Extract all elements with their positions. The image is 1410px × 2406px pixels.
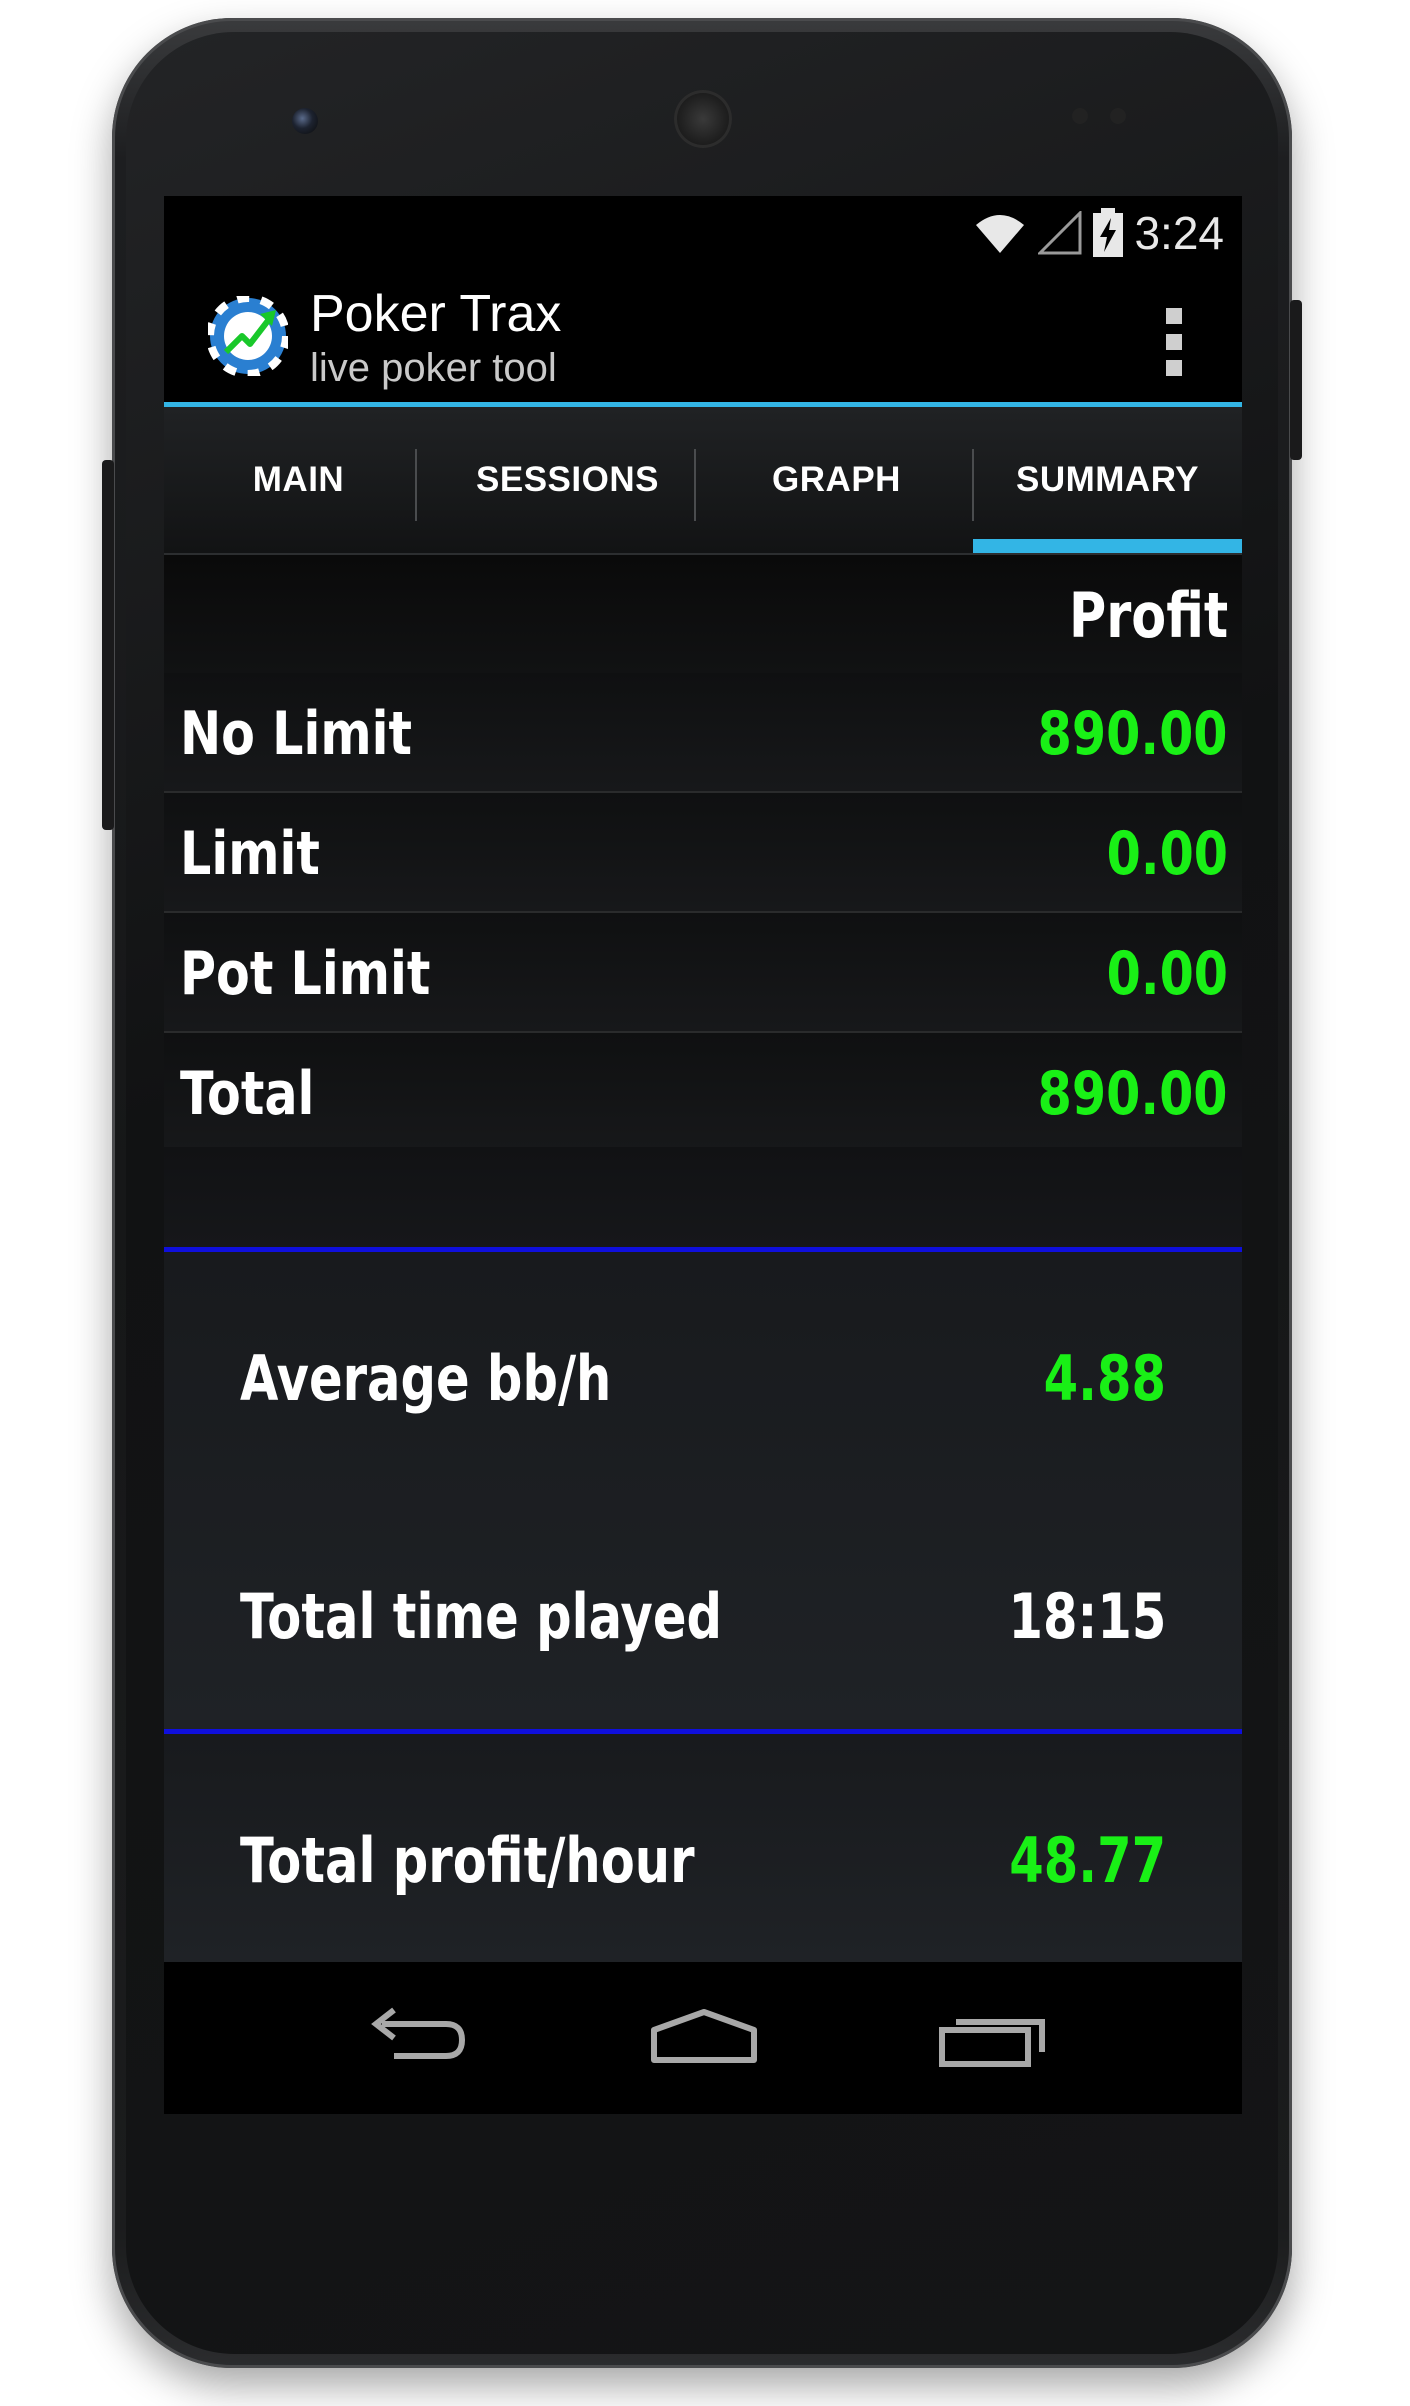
tab-summary[interactable]: SUMMARY bbox=[973, 407, 1242, 553]
stat-value-average-bbh: 4.88 bbox=[1043, 1342, 1166, 1415]
tab-sessions[interactable]: SESSIONS bbox=[433, 407, 702, 553]
action-bar: Poker Trax live poker tool bbox=[164, 270, 1242, 407]
table-row: Limit 0.00 bbox=[164, 793, 1242, 913]
proximity-sensor bbox=[1072, 108, 1088, 124]
stat-label-profit-per-hour: Total profit/hour bbox=[240, 1824, 695, 1897]
volume-button bbox=[102, 460, 114, 830]
row-value: 0.00 bbox=[1106, 939, 1228, 1009]
row-label: Limit bbox=[180, 819, 320, 889]
row-value: 0.00 bbox=[1106, 819, 1228, 889]
table-row: Total 890.00 bbox=[164, 1033, 1242, 1153]
light-sensor bbox=[1110, 108, 1126, 124]
tab-graph[interactable]: GRAPH bbox=[702, 407, 971, 553]
spacer bbox=[164, 1147, 1242, 1247]
back-icon[interactable] bbox=[354, 2000, 474, 2076]
earpiece-speaker bbox=[674, 90, 732, 148]
app-subtitle: live poker tool bbox=[310, 346, 557, 390]
recents-icon[interactable] bbox=[932, 2000, 1052, 2076]
home-icon[interactable] bbox=[644, 2000, 764, 2076]
stat-label-average-bbh: Average bb/h bbox=[240, 1342, 612, 1415]
summary-content: Profit No Limit 890.00 Limit 0.00 Pot Li… bbox=[164, 555, 1242, 1962]
row-label: Total bbox=[180, 1059, 315, 1129]
tab-label: SUMMARY bbox=[1015, 460, 1200, 499]
screen: 3:24 Poker Trax live poker tool MAIN SES… bbox=[164, 196, 1242, 2114]
signal-icon bbox=[1038, 211, 1082, 255]
row-label: Pot Limit bbox=[180, 939, 431, 1009]
table-row: Pot Limit 0.00 bbox=[164, 913, 1242, 1033]
tab-divider bbox=[694, 449, 696, 521]
battery-charging-icon bbox=[1093, 208, 1124, 257]
tab-main[interactable]: MAIN bbox=[164, 407, 433, 553]
poker-chip-chart-icon[interactable] bbox=[208, 296, 288, 376]
power-button bbox=[1290, 300, 1302, 460]
front-camera bbox=[292, 108, 318, 134]
row-value: 890.00 bbox=[1038, 699, 1228, 769]
profit-column-header: Profit bbox=[164, 555, 1242, 675]
row-label: No Limit bbox=[180, 699, 412, 769]
profit-per-hour-section: Total profit/hour 48.77 bbox=[164, 1734, 1242, 1962]
status-time: 3:24 bbox=[1134, 207, 1224, 259]
wifi-icon bbox=[976, 215, 1025, 253]
navigation-bar bbox=[164, 1962, 1242, 2114]
tab-bar: MAIN SESSIONS GRAPH SUMMARY bbox=[164, 407, 1242, 555]
selected-tab-indicator bbox=[973, 539, 1242, 553]
stat-value-total-time: 18:15 bbox=[1008, 1580, 1166, 1653]
tab-divider bbox=[415, 449, 417, 521]
app-title: Poker Trax bbox=[310, 285, 562, 343]
status-bar: 3:24 bbox=[164, 196, 1242, 270]
tab-label: GRAPH bbox=[772, 460, 901, 499]
stat-value-profit-per-hour: 48.77 bbox=[1009, 1824, 1166, 1897]
tab-label: MAIN bbox=[252, 460, 345, 499]
tab-label: SESSIONS bbox=[476, 460, 659, 499]
row-value: 890.00 bbox=[1038, 1059, 1228, 1129]
overflow-menu-icon[interactable] bbox=[1166, 308, 1182, 386]
stats-section: Average bb/h 4.88 Total time played 18:1… bbox=[164, 1252, 1242, 1729]
profit-header-label: Profit bbox=[1068, 579, 1228, 652]
stat-label-total-time: Total time played bbox=[240, 1580, 723, 1653]
table-row: No Limit 890.00 bbox=[164, 673, 1242, 793]
